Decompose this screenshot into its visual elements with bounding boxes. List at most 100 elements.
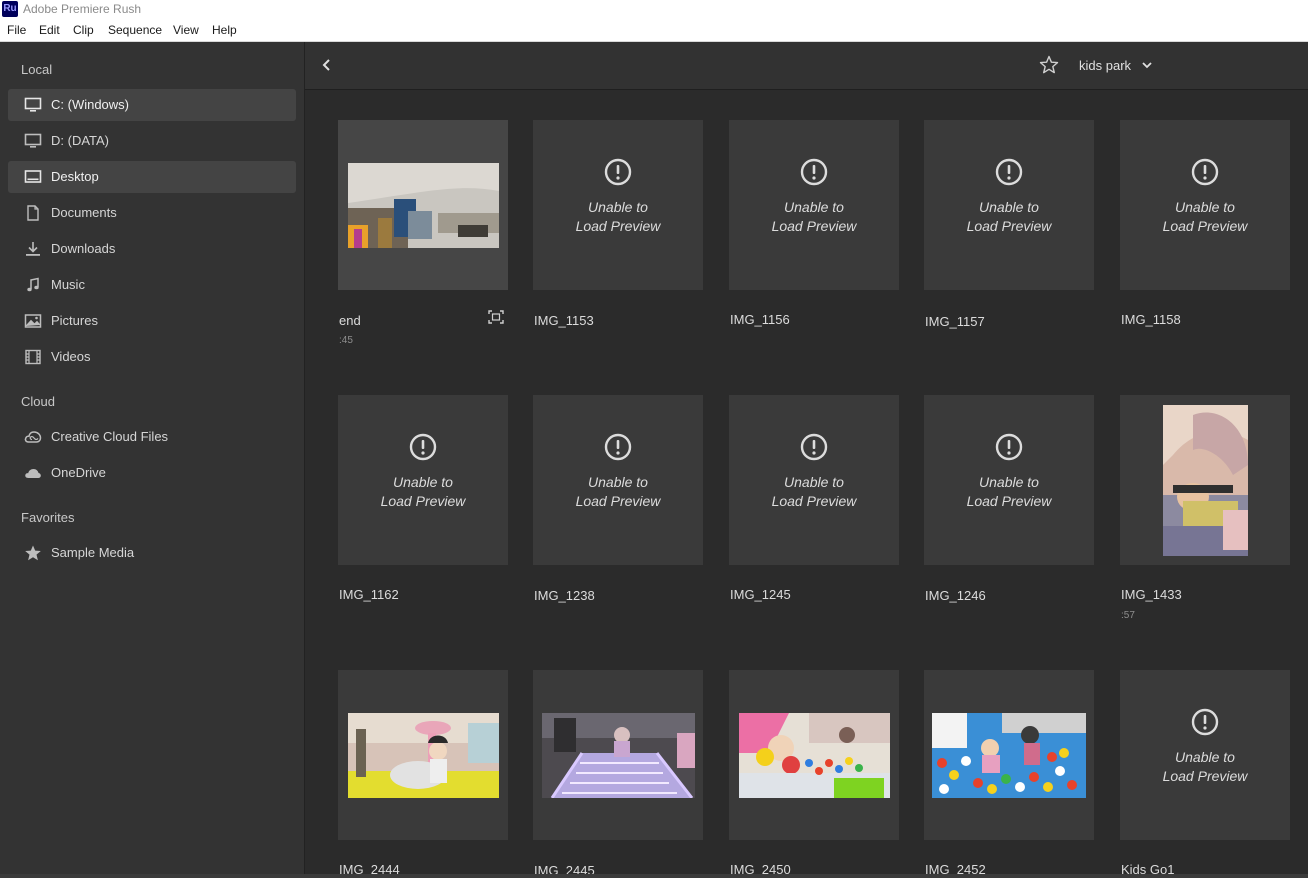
media-name: IMG_1158 bbox=[1121, 312, 1181, 327]
sidebar-item-creative-cloud-files[interactable]: Creative Cloud Files bbox=[8, 421, 296, 453]
unable-to-load-preview-text: Unable to Load Preview bbox=[380, 474, 466, 509]
monitor-icon bbox=[24, 97, 42, 112]
unable-to-load-preview-text: Unable to Load Preview bbox=[1162, 199, 1248, 234]
media-tile-img-1158[interactable]: Unable to Load Preview bbox=[1120, 120, 1290, 290]
media-tile-end[interactable] bbox=[338, 120, 508, 290]
film-icon bbox=[25, 349, 41, 365]
media-name: IMG_1162 bbox=[339, 587, 399, 602]
menu-file[interactable]: File bbox=[7, 23, 26, 37]
sidebar-item-pictures[interactable]: Pictures bbox=[8, 305, 296, 337]
sidebar-item-label: Videos bbox=[51, 349, 91, 364]
sidebar-item-d-data[interactable]: D: (DATA) bbox=[8, 125, 296, 157]
media-tile-kids-go1[interactable]: Unable to Load Preview bbox=[1120, 670, 1290, 840]
menu-help[interactable]: Help bbox=[212, 23, 237, 37]
sidebar: Local C: (Windows) D: (DATA) Desktop Doc… bbox=[0, 42, 305, 878]
sidebar-item-label: Downloads bbox=[51, 241, 116, 256]
media-tile-img-1245[interactable]: Unable to Load Preview bbox=[729, 395, 899, 565]
star-icon bbox=[25, 545, 41, 561]
picture-icon bbox=[24, 314, 42, 328]
desktop-icon bbox=[24, 170, 42, 183]
media-name: IMG_1433 bbox=[1121, 587, 1182, 602]
sidebar-item-music[interactable]: Music bbox=[8, 269, 296, 301]
media-tile-img-1162[interactable]: Unable to Load Preview bbox=[338, 395, 508, 565]
sidebar-item-downloads[interactable]: Downloads bbox=[8, 233, 296, 265]
cloud-icon bbox=[25, 469, 41, 478]
thumbnail-ballpit bbox=[932, 713, 1086, 798]
menu-bar: File Edit Clip Sequence View Help bbox=[0, 20, 1308, 42]
media-name: IMG_1157 bbox=[925, 314, 985, 329]
sidebar-item-sample-media[interactable]: Sample Media bbox=[8, 537, 296, 569]
media-duration: :45 bbox=[339, 335, 353, 346]
media-tile-img-2445[interactable] bbox=[533, 670, 703, 840]
title-bar: Ru Adobe Premiere Rush bbox=[0, 0, 1308, 20]
unable-to-load-preview-text: Unable to Load Preview bbox=[1162, 749, 1248, 784]
thumbnail-portrait-baby bbox=[1163, 405, 1248, 556]
alert-circle-icon bbox=[800, 158, 828, 186]
media-tile-img-1156[interactable]: Unable to Load Preview bbox=[729, 120, 899, 290]
media-tile-img-1153[interactable]: Unable to Load Preview bbox=[533, 120, 703, 290]
monitor-icon bbox=[24, 133, 42, 148]
alert-circle-icon bbox=[1191, 158, 1219, 186]
thumbnail-ceiling-playground bbox=[348, 163, 499, 248]
sidebar-item-label: Documents bbox=[51, 205, 117, 220]
media-tile-img-2450[interactable] bbox=[729, 670, 899, 840]
unable-to-load-preview-text: Unable to Load Preview bbox=[575, 474, 661, 509]
sidebar-item-label: Creative Cloud Files bbox=[51, 429, 169, 444]
sidebar-item-documents[interactable]: Documents bbox=[8, 197, 296, 229]
media-duration: :57 bbox=[1121, 610, 1135, 621]
favorite-star-icon[interactable] bbox=[1039, 55, 1059, 75]
creative-cloud-icon bbox=[24, 431, 42, 443]
back-chevron-icon[interactable] bbox=[319, 56, 335, 74]
media-tile-img-1433[interactable] bbox=[1120, 395, 1290, 565]
menu-sequence[interactable]: Sequence bbox=[108, 23, 162, 37]
sidebar-item-c-windows[interactable]: C: (Windows) bbox=[8, 89, 296, 121]
media-tile-img-1246[interactable]: Unable to Load Preview bbox=[924, 395, 1094, 565]
media-tile-img-1157[interactable]: Unable to Load Preview bbox=[924, 120, 1094, 290]
alert-circle-icon bbox=[604, 158, 632, 186]
thumbnail-pink-playground bbox=[348, 713, 499, 798]
section-local-label: Local bbox=[21, 62, 53, 77]
media-name: IMG_1156 bbox=[730, 312, 790, 327]
unable-to-load-preview-text: Unable to Load Preview bbox=[575, 199, 661, 234]
thumbnail-light-floor bbox=[542, 713, 695, 798]
media-name: end bbox=[339, 313, 361, 328]
alert-circle-icon bbox=[995, 433, 1023, 461]
section-favorites-label: Favorites bbox=[21, 510, 75, 525]
thumbnail-ballpit-slide bbox=[739, 713, 890, 798]
sidebar-item-desktop[interactable]: Desktop bbox=[8, 161, 296, 193]
menu-edit[interactable]: Edit bbox=[39, 23, 60, 37]
unable-to-load-preview-text: Unable to Load Preview bbox=[771, 474, 857, 509]
download-icon bbox=[26, 242, 40, 256]
document-icon bbox=[27, 205, 39, 221]
media-tile-img-2444[interactable] bbox=[338, 670, 508, 840]
expand-preview-icon[interactable] bbox=[488, 310, 504, 324]
sidebar-item-label: Music bbox=[51, 277, 85, 292]
media-name: IMG_1246 bbox=[925, 588, 986, 603]
music-note-icon bbox=[27, 277, 39, 292]
media-grid: end :45 Unable to Load Preview IMG_1153 U… bbox=[305, 90, 1308, 878]
media-tile-img-2452[interactable] bbox=[924, 670, 1094, 840]
section-cloud-label: Cloud bbox=[21, 394, 55, 409]
alert-circle-icon bbox=[604, 433, 632, 461]
premiere-rush-app-icon: Ru bbox=[2, 1, 18, 17]
sidebar-item-onedrive[interactable]: OneDrive bbox=[8, 457, 296, 489]
sidebar-item-label: C: (Windows) bbox=[51, 97, 130, 112]
alert-circle-icon bbox=[800, 433, 828, 461]
unable-to-load-preview-text: Unable to Load Preview bbox=[966, 474, 1052, 509]
menu-view[interactable]: View bbox=[173, 23, 199, 37]
media-name: IMG_1153 bbox=[534, 313, 594, 328]
media-name: IMG_1238 bbox=[534, 588, 595, 603]
sidebar-item-label: D: (DATA) bbox=[51, 133, 110, 148]
menu-clip[interactable]: Clip bbox=[73, 23, 94, 37]
unable-to-load-preview-text: Unable to Load Preview bbox=[966, 199, 1052, 234]
sidebar-item-label: Desktop bbox=[51, 169, 99, 184]
alert-circle-icon bbox=[1191, 708, 1219, 736]
unable-to-load-preview-text: Unable to Load Preview bbox=[771, 199, 857, 234]
folder-name-dropdown[interactable]: kids park bbox=[1079, 58, 1131, 73]
sidebar-item-videos[interactable]: Videos bbox=[8, 341, 296, 373]
bottom-edge bbox=[0, 874, 1308, 878]
media-tile-img-1238[interactable]: Unable to Load Preview bbox=[533, 395, 703, 565]
alert-circle-icon bbox=[409, 433, 437, 461]
sidebar-item-label: Sample Media bbox=[51, 545, 135, 560]
chevron-down-icon[interactable] bbox=[1141, 58, 1153, 72]
